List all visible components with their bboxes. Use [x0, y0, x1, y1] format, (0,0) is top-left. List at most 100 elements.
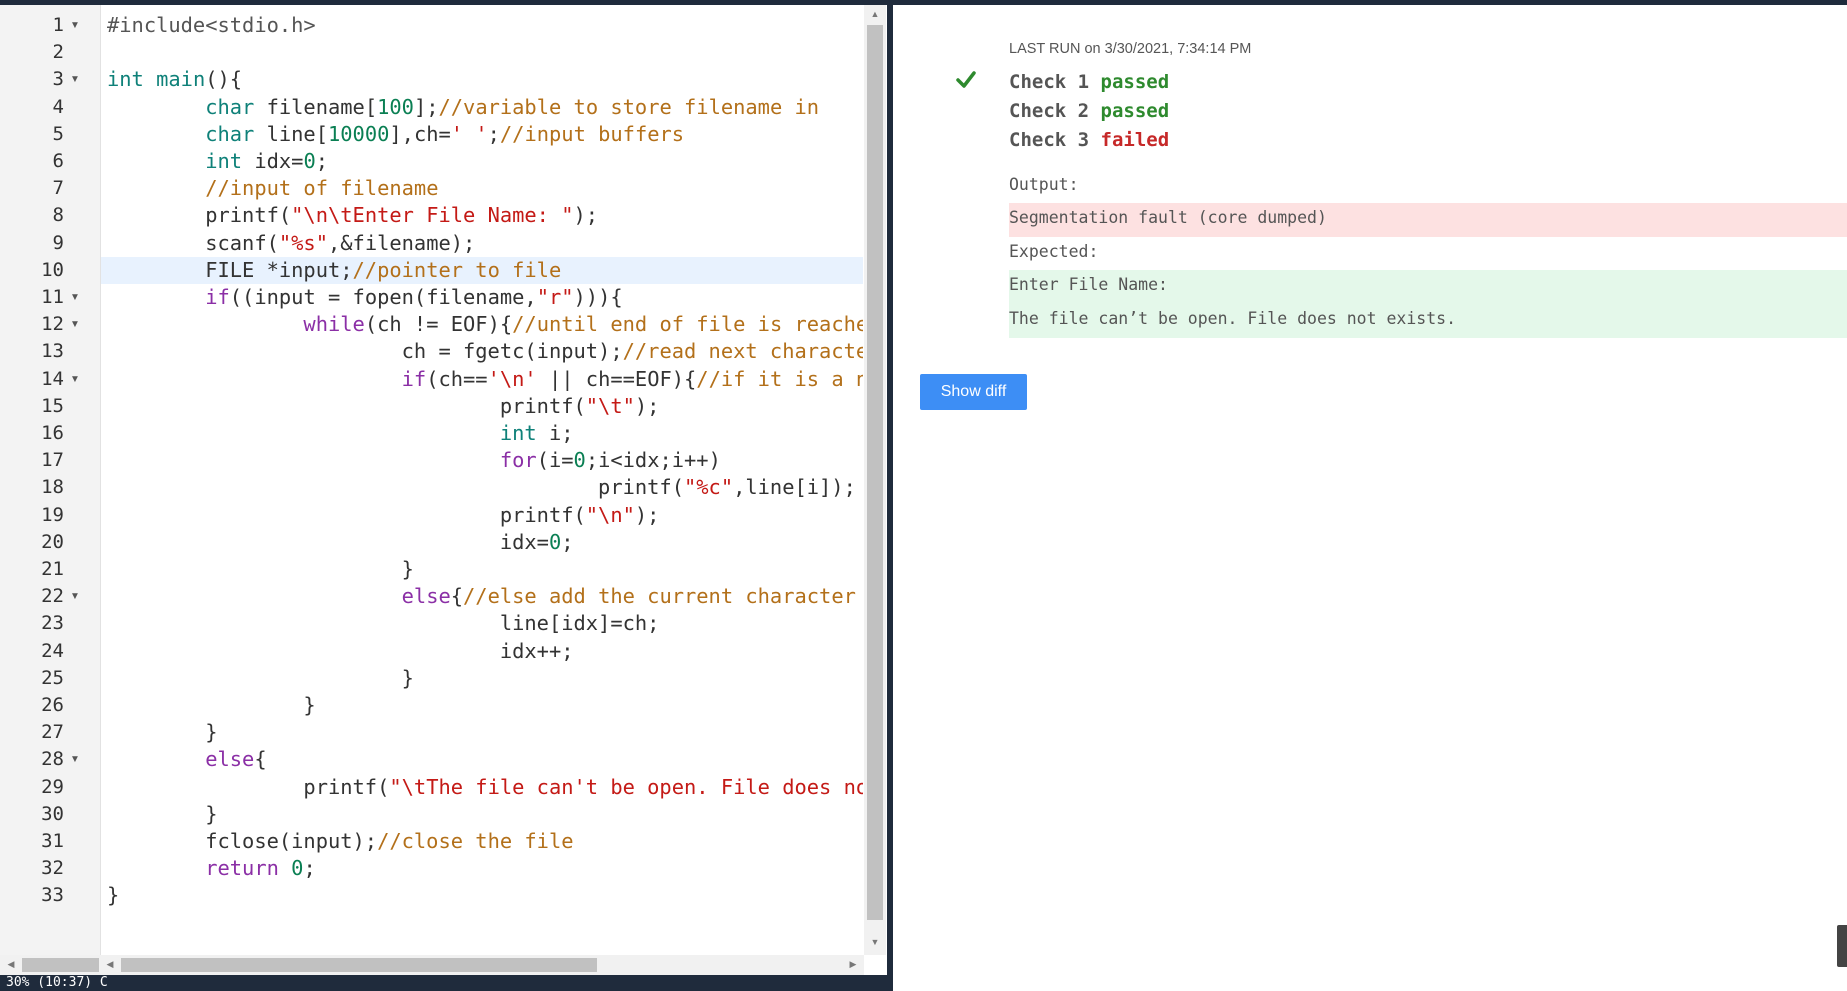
- scroll-left-icon[interactable]: ◀: [0, 959, 22, 970]
- code-line[interactable]: idx++;: [107, 638, 574, 665]
- code-token: );: [634, 502, 660, 527]
- code-token: //variable to store filename in: [438, 94, 820, 119]
- code-line[interactable]: char filename[100];//variable to store f…: [107, 94, 819, 121]
- code-token: ,&filename);: [327, 230, 476, 255]
- show-diff-button[interactable]: Show diff: [920, 374, 1027, 410]
- horizontal-scroll-thumb-gutter[interactable]: [22, 958, 99, 972]
- code-line[interactable]: printf("\tThe file can't be open. File d…: [107, 774, 863, 801]
- code-token: 0: [303, 149, 316, 173]
- line-number: 1: [52, 14, 64, 36]
- code-line[interactable]: if((input = fopen(filename,"r"))){: [107, 284, 622, 311]
- code-line[interactable]: printf("\n\tEnter File Name: ");: [107, 202, 598, 229]
- code-line[interactable]: scanf("%s",&filename);: [107, 230, 475, 257]
- code-editor[interactable]: 1 ▼ 2 3 ▼ 4 5 6 7 8 9 10 11 ▼ 12 ▼ 13 14 ▼ 15 16 17 18 19 20 21 22…: [0, 0, 887, 991]
- code-token: fclose(input);: [107, 829, 378, 853]
- scroll-right-icon[interactable]: ▶: [842, 959, 864, 970]
- code-token: ' ': [450, 121, 488, 146]
- code-token: ;i<idx;i++): [585, 448, 721, 473]
- code-token: 0: [573, 448, 586, 473]
- code-line[interactable]: char line[10000],ch=' ';//input buffers: [107, 121, 684, 148]
- code-token: ;: [303, 856, 316, 881]
- code-line[interactable]: else{: [107, 746, 266, 773]
- line-number: 24: [41, 639, 64, 662]
- code-line[interactable]: int main(){: [107, 66, 242, 93]
- code-token: //read next characte: [622, 339, 863, 364]
- line-number: 19: [41, 503, 64, 526]
- scroll-left-icon-2[interactable]: ◀: [99, 959, 121, 970]
- code-token: ((input = fopen(filename,: [229, 285, 537, 309]
- fold-arrow-icon[interactable]: ▼: [70, 746, 82, 773]
- code-token: #include<stdio.h>: [107, 13, 316, 37]
- line-number: 17: [41, 449, 64, 472]
- check-row-2: Check 2 passed: [1009, 100, 1169, 122]
- code-line[interactable]: }: [107, 801, 217, 828]
- fold-arrow-icon[interactable]: ▼: [70, 583, 82, 610]
- code-token: "%c": [683, 475, 734, 500]
- code-line[interactable]: printf("\t");: [107, 393, 660, 420]
- code-line[interactable]: }: [107, 556, 414, 583]
- code-token: //until end of file is reache: [512, 312, 863, 337]
- vertical-scrollbar[interactable]: ▲ ▼: [864, 5, 886, 955]
- code-line[interactable]: printf("%c",line[i]);: [107, 474, 856, 501]
- code-token: ],ch=: [389, 121, 451, 146]
- code-token: 100: [377, 94, 414, 119]
- code-area[interactable]: #include<stdio.h> int main(){ char filena…: [101, 5, 863, 955]
- code-token: }: [107, 883, 120, 908]
- code-line[interactable]: ch = fgetc(input);//read next characte: [107, 338, 863, 365]
- code-line[interactable]: idx=0;: [107, 529, 574, 556]
- code-line[interactable]: #include<stdio.h>: [107, 12, 316, 39]
- fold-arrow-icon[interactable]: ▼: [70, 366, 82, 393]
- code-token: printf(: [107, 203, 292, 228]
- code-line[interactable]: }: [107, 692, 315, 719]
- line-number: 20: [41, 530, 64, 553]
- horizontal-scroll-thumb[interactable]: [121, 958, 597, 972]
- code-line[interactable]: return 0;: [107, 855, 316, 882]
- code-token: int: [107, 67, 144, 92]
- code-token: );: [573, 203, 599, 228]
- scroll-up-icon[interactable]: ▲: [864, 9, 886, 19]
- code-line[interactable]: printf("\n");: [107, 502, 660, 529]
- code-line[interactable]: else{//else add the current character: [107, 583, 856, 610]
- code-line[interactable]: }: [107, 665, 414, 692]
- code-line[interactable]: FILE *input;//pointer to file: [107, 257, 561, 284]
- drag-handle-icon[interactable]: [1837, 925, 1847, 967]
- code-line[interactable]: int i;: [107, 420, 574, 447]
- code-line[interactable]: for(i=0;i<idx;i++): [107, 447, 721, 474]
- vertical-scroll-thumb[interactable]: [867, 25, 883, 920]
- line-number: 30: [41, 802, 64, 825]
- code-token: FILE *input;: [107, 257, 353, 282]
- horizontal-scrollbar[interactable]: ◀ ◀ ▶: [0, 955, 864, 975]
- fold-arrow-icon[interactable]: ▼: [70, 66, 82, 93]
- code-line[interactable]: line[idx]=ch;: [107, 610, 660, 637]
- code-line[interactable]: while(ch != EOF){//until end of file is …: [107, 311, 863, 338]
- scroll-down-icon[interactable]: ▼: [864, 937, 886, 947]
- code-token: (i=: [536, 448, 574, 473]
- code-line[interactable]: //input of filename: [107, 175, 438, 202]
- last-run-timestamp: LAST RUN on 3/30/2021, 7:34:14 PM: [1009, 41, 1252, 57]
- expected-box: Enter File Name: The file can’t be open.…: [1009, 270, 1847, 338]
- code-line[interactable]: }: [107, 719, 217, 746]
- code-line[interactable]: if(ch=='\n' || ch==EOF){//if it is a n: [107, 366, 863, 393]
- fold-arrow-icon[interactable]: ▼: [70, 284, 82, 311]
- code-token: );: [634, 393, 660, 418]
- code-token: if: [401, 366, 427, 391]
- line-number: 12: [41, 313, 64, 336]
- check-status-passed: passed: [1100, 71, 1170, 93]
- code-line[interactable]: int idx=0;: [107, 148, 328, 175]
- code-token: "\t": [585, 393, 635, 418]
- line-number: 8: [52, 204, 64, 227]
- fold-arrow-icon[interactable]: ▼: [70, 12, 82, 39]
- code-token: for: [499, 448, 537, 473]
- results-top-bar: [893, 0, 1847, 5]
- code-line[interactable]: fclose(input);//close the file: [107, 828, 573, 855]
- output-label: Output:: [1009, 175, 1079, 194]
- code-token: || ch==EOF){: [536, 366, 697, 391]
- code-line[interactable]: }: [107, 882, 119, 909]
- line-number: 13: [41, 340, 64, 363]
- fold-arrow-icon[interactable]: ▼: [70, 311, 82, 338]
- line-number: 33: [41, 884, 64, 907]
